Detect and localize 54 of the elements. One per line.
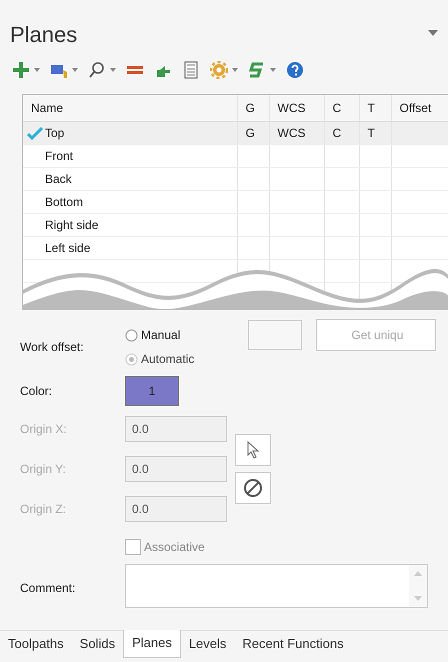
column-header[interactable]: Name <box>23 95 237 121</box>
tab[interactable]: Planes <box>123 630 181 658</box>
help-icon[interactable] <box>286 61 304 79</box>
radio-icon[interactable] <box>125 328 138 342</box>
plane-name[interactable]: Bottom <box>45 194 84 208</box>
caret-icon[interactable] <box>72 68 78 72</box>
table-cell: WCS <box>269 121 324 144</box>
color-swatch[interactable]: 1 <box>125 376 179 406</box>
plane-name[interactable]: Top <box>45 126 64 140</box>
table-row[interactable]: Left side <box>23 236 448 259</box>
column-header[interactable]: G <box>237 95 269 121</box>
offset-field[interactable] <box>248 320 302 350</box>
tab[interactable]: Levels <box>180 631 234 658</box>
caret-icon[interactable] <box>34 68 40 72</box>
column-header[interactable]: C <box>324 95 359 121</box>
table-cell: C <box>324 121 359 144</box>
no-entry-icon[interactable] <box>243 478 263 498</box>
document-icon[interactable] <box>182 61 200 79</box>
column-header[interactable]: WCS <box>269 95 324 121</box>
clear-button[interactable] <box>235 472 271 504</box>
caret-icon[interactable] <box>270 68 276 72</box>
caret-icon[interactable] <box>232 68 238 72</box>
field-label: Origin X: <box>20 421 68 438</box>
field-label: Work offset: <box>20 339 85 356</box>
plane-name[interactable]: Left side <box>45 240 90 254</box>
table-row[interactable]: Right side <box>23 213 448 236</box>
field-label: Origin Z: <box>20 501 68 518</box>
table-row[interactable]: Back <box>23 167 448 190</box>
search-icon[interactable] <box>88 61 106 79</box>
caret-icon[interactable] <box>110 68 116 72</box>
tab[interactable]: Solids <box>72 631 124 658</box>
column-header[interactable]: Offset <box>391 95 448 121</box>
field-label: Comment: <box>20 580 76 597</box>
table-cell: G <box>237 121 269 144</box>
table-cell: T <box>359 121 391 144</box>
plane-name[interactable]: Back <box>45 172 72 186</box>
field-label: Origin Y: <box>20 461 67 478</box>
add-icon[interactable] <box>12 61 30 79</box>
gear-icon[interactable] <box>210 61 228 79</box>
plane-name[interactable]: Front <box>45 148 74 162</box>
table-row[interactable]: Front <box>23 144 448 167</box>
panel-title: Planes <box>10 21 78 49</box>
plane-name[interactable]: Right side <box>45 218 98 232</box>
dropdown-icon[interactable] <box>428 30 438 36</box>
tab[interactable]: Toolpaths <box>0 631 72 658</box>
column-header[interactable]: T <box>359 95 391 121</box>
field-label: Color: <box>20 383 54 400</box>
sync-icon[interactable] <box>248 61 266 79</box>
table-row[interactable]: Bottom <box>23 190 448 213</box>
select-point-button[interactable] <box>235 434 271 466</box>
checkbox-icon[interactable] <box>125 539 141 555</box>
cursor-icon[interactable] <box>246 441 260 459</box>
radio-option[interactable]: Manual <box>125 326 194 344</box>
tab[interactable]: Recent Functions <box>234 631 352 658</box>
